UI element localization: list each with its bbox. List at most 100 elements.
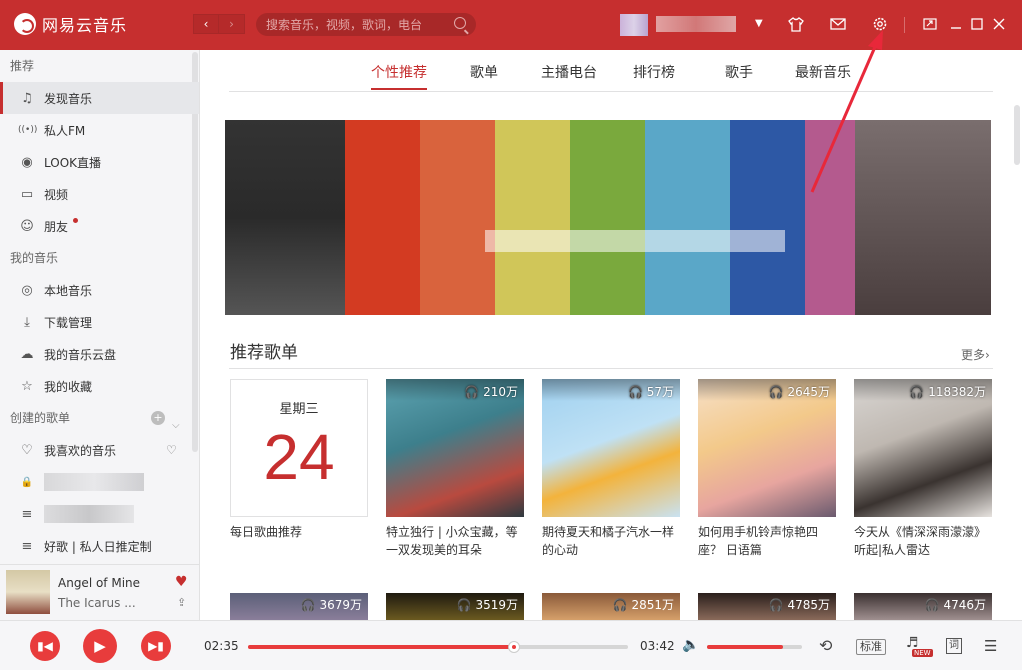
mail-icon[interactable] bbox=[829, 15, 847, 33]
netease-logo-icon bbox=[14, 13, 36, 35]
playlist-cover-partial[interactable]: 🎧 3679万 bbox=[230, 593, 368, 620]
weekday: 星期三 bbox=[279, 402, 319, 417]
sidebar-item-video[interactable]: ▭ 视频 bbox=[0, 178, 199, 210]
playlist-card-daily[interactable]: 星期三 24 每日歌曲推荐 bbox=[230, 379, 368, 541]
playlist-title[interactable]: 今天从《情深深雨濛濛》听起|私人雷达 bbox=[854, 523, 992, 559]
friends-icon: ☺ bbox=[20, 218, 34, 234]
album-cover[interactable] bbox=[6, 570, 50, 614]
sidebar-item-label: 我喜欢的音乐 bbox=[44, 443, 117, 458]
play-count-value: 57万 bbox=[646, 385, 674, 399]
next-track-button[interactable]: ▶▮ bbox=[141, 631, 171, 661]
mini-mode-icon[interactable] bbox=[921, 15, 939, 33]
playlist-card[interactable]: 🎧 2645万 如何用手机铃声惊艳四座？ 日语篇 bbox=[698, 379, 836, 559]
sidebar-item-local-music[interactable]: ◎ 本地音乐 bbox=[0, 274, 199, 306]
play-count: 🎧 4785万 bbox=[768, 598, 830, 612]
banner-carousel[interactable] bbox=[225, 120, 991, 315]
banner-slice bbox=[420, 120, 495, 315]
banner-slice bbox=[730, 120, 805, 315]
skin-shirt-icon[interactable] bbox=[787, 15, 805, 33]
add-playlist-icon[interactable]: + bbox=[151, 411, 165, 425]
main-scrollbar[interactable] bbox=[1014, 105, 1020, 165]
sidebar-item-discover-music[interactable]: ♫ 发现音乐 bbox=[0, 82, 199, 114]
back-button[interactable]: ‹ bbox=[193, 14, 219, 34]
playlist-title[interactable]: 期待夏天和橘子汽水一样的心动 bbox=[542, 523, 680, 559]
sidebar-item-personal-fm[interactable]: ((•)) 私人FM bbox=[0, 114, 199, 146]
sidebar-item-look-live[interactable]: ◉ LOOK直播 bbox=[0, 146, 199, 178]
sidebar-item-downloads[interactable]: ⤓ 下载管理 bbox=[0, 306, 199, 338]
playlist-card[interactable]: 🎧 118382万 今天从《情深深雨濛濛》听起|私人雷达 bbox=[854, 379, 992, 559]
play-count: 🎧 118382万 bbox=[909, 385, 986, 399]
sidebar-item-collection[interactable]: ☆ 我的收藏 bbox=[0, 370, 199, 402]
minimize-icon[interactable] bbox=[947, 15, 965, 33]
banner-slice bbox=[345, 120, 420, 315]
playlist-cover[interactable]: 🎧 2645万 bbox=[698, 379, 836, 517]
share-icon[interactable]: ⇪ bbox=[177, 596, 186, 609]
sidebar-item-playlist-custom[interactable]: ≡ 好歌 | 私人日推定制 bbox=[0, 530, 199, 562]
play-count-value: 2851万 bbox=[631, 598, 674, 612]
playlist-cover[interactable]: 🎧 210万 bbox=[386, 379, 524, 517]
sidebar-item-liked-music[interactable]: ♡ 我喜欢的音乐 ♡ bbox=[0, 434, 199, 466]
playlist-title[interactable]: 每日歌曲推荐 bbox=[230, 523, 368, 541]
sidebar-item-label: 下载管理 bbox=[44, 315, 93, 330]
volume-icon[interactable]: 🔈 bbox=[682, 637, 699, 653]
live-icon: ◉ bbox=[21, 154, 33, 170]
playlist-title[interactable]: 如何用手机铃声惊艳四座？ 日语篇 bbox=[698, 523, 836, 559]
app-name: 网易云音乐 bbox=[42, 16, 128, 35]
active-tab-indicator bbox=[371, 88, 427, 90]
lyrics-button[interactable]: 词 bbox=[946, 638, 962, 654]
close-icon[interactable] bbox=[990, 15, 1008, 33]
app-logo[interactable]: 网易云音乐 bbox=[14, 12, 127, 36]
progress-bar[interactable] bbox=[248, 641, 628, 653]
forward-button[interactable]: › bbox=[219, 14, 245, 34]
sidebar-item-playlist[interactable]: ≡ bbox=[0, 498, 199, 530]
playlist-cover-partial[interactable]: 🎧 4746万 bbox=[854, 593, 992, 620]
user-dropdown-icon[interactable]: ▼ bbox=[755, 18, 763, 29]
play-count-value: 3519万 bbox=[475, 598, 518, 612]
play-button[interactable]: ▶ bbox=[83, 629, 117, 663]
more-link[interactable]: 更多› bbox=[961, 346, 990, 363]
username-blurred[interactable] bbox=[656, 16, 736, 32]
heartbeat-mode-icon[interactable]: ♡ bbox=[166, 443, 177, 457]
maximize-icon[interactable] bbox=[968, 15, 986, 33]
quality-button[interactable]: 标准 bbox=[856, 639, 886, 655]
settings-gear-icon[interactable] bbox=[871, 15, 889, 33]
playlist-cover[interactable]: 🎧 118382万 bbox=[854, 379, 992, 517]
section-label: 创建的歌单 bbox=[10, 411, 71, 425]
playlist-queue-icon[interactable]: ☰ bbox=[984, 637, 997, 655]
playlist-cover-partial[interactable]: 🎧 3519万 bbox=[386, 593, 524, 620]
tab-new-music[interactable]: 最新音乐 bbox=[795, 62, 851, 82]
progress-handle[interactable] bbox=[508, 641, 520, 653]
divider bbox=[229, 368, 993, 369]
new-badge: NEW bbox=[912, 649, 933, 657]
daily-calendar-cover[interactable]: 星期三 24 bbox=[230, 379, 368, 517]
avatar[interactable] bbox=[620, 14, 648, 36]
search-icon[interactable] bbox=[454, 17, 466, 29]
playlist-title[interactable]: 特立独行 | 小众宝藏，等一双发现美的耳朵 bbox=[386, 523, 524, 559]
now-playing-panel[interactable]: Angel of Mine The Icarus ... ♥ ⇪ bbox=[0, 564, 200, 620]
sidebar-item-playlist-private[interactable]: 🔒 bbox=[0, 466, 199, 498]
loop-icon[interactable]: ⟲ bbox=[819, 636, 832, 655]
sidebar-item-cloud-drive[interactable]: ☁ 我的音乐云盘 bbox=[0, 338, 199, 370]
tab-radio[interactable]: 主播电台 bbox=[541, 62, 597, 82]
sidebar-item-label: 视频 bbox=[44, 187, 69, 202]
playlist-card[interactable]: 🎧 210万 特立独行 | 小众宝藏，等一双发现美的耳朵 bbox=[386, 379, 524, 559]
banner-slice bbox=[855, 120, 991, 315]
tab-playlists[interactable]: 歌单 bbox=[470, 62, 498, 82]
notification-dot bbox=[73, 218, 78, 223]
playlist-cover-partial[interactable]: 🎧 4785万 bbox=[698, 593, 836, 620]
volume-slider[interactable] bbox=[707, 645, 802, 649]
playlist-cover-partial[interactable]: 🎧 2851万 bbox=[542, 593, 680, 620]
tab-personal-recommend[interactable]: 个性推荐 bbox=[371, 62, 427, 82]
playlist-cover[interactable]: 🎧 57万 bbox=[542, 379, 680, 517]
sidebar: 推荐 ♫ 发现音乐 ((•)) 私人FM ◉ LOOK直播 ▭ 视频 ☺ 朋友 … bbox=[0, 50, 200, 564]
main-content: 个性推荐 歌单 主播电台 排行榜 歌手 最新音乐 推荐歌单 更多› 星期三 24… bbox=[201, 50, 1022, 620]
previous-track-button[interactable]: ▮◀ bbox=[30, 631, 60, 661]
radio-waves-icon: ((•)) bbox=[18, 125, 38, 135]
tab-charts[interactable]: 排行榜 bbox=[633, 62, 675, 82]
sidebar-item-friends[interactable]: ☺ 朋友 bbox=[0, 210, 199, 242]
sidebar-item-label: 私人FM bbox=[44, 123, 86, 138]
search-input[interactable]: 搜索音乐，视频，歌词，电台 bbox=[256, 13, 476, 36]
tab-artists[interactable]: 歌手 bbox=[725, 62, 753, 82]
like-heart-icon[interactable]: ♥ bbox=[175, 574, 188, 590]
playlist-card[interactable]: 🎧 57万 期待夏天和橘子汽水一样的心动 bbox=[542, 379, 680, 559]
